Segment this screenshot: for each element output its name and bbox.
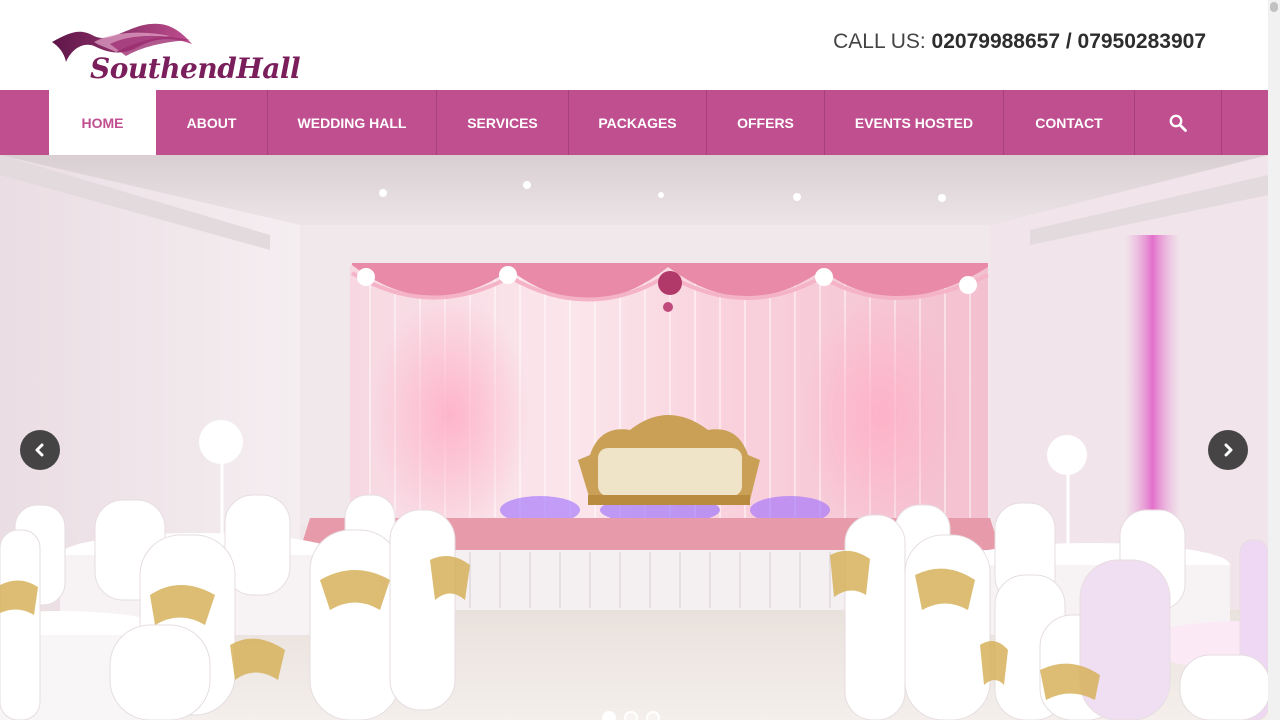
logo-wordmark: SouthendHall — [90, 52, 301, 85]
site-header: SouthendHall CALL US: 02079988657 / 0795… — [0, 0, 1268, 90]
search-icon — [1169, 114, 1187, 132]
nav-item-about[interactable]: ABOUT — [156, 90, 268, 155]
nav-item-offers[interactable]: OFFERS — [707, 90, 825, 155]
call-label: CALL US: — [833, 30, 926, 53]
nav-item-contact[interactable]: CONTACT — [1004, 90, 1135, 155]
call-us: CALL US: 02079988657 / 07950283907 — [833, 30, 1206, 54]
page-scrollbar[interactable] — [1268, 0, 1280, 720]
hall-photo — [0, 155, 1268, 720]
nav-item-events-hosted[interactable]: EVENTS HOSTED — [825, 90, 1004, 155]
nav-item-packages[interactable]: PACKAGES — [569, 90, 707, 155]
slider-prev-button[interactable] — [20, 430, 60, 470]
chevron-right-icon — [1224, 443, 1233, 457]
slider-dot-3[interactable] — [646, 711, 660, 725]
slider-indicators — [602, 711, 660, 725]
search-button[interactable] — [1135, 90, 1222, 155]
scrollbar-thumb[interactable] — [1270, 2, 1278, 12]
slider-dot-1[interactable] — [602, 711, 616, 725]
nav-item-wedding-hall[interactable]: WEDDING HALL — [268, 90, 437, 155]
nav-item-home[interactable]: HOME — [49, 90, 156, 155]
nav-item-services[interactable]: SERVICES — [437, 90, 569, 155]
slider-dot-2[interactable] — [624, 711, 638, 725]
main-nav: HOME ABOUT WEDDING HALL SERVICES PACKAGE… — [0, 90, 1268, 155]
chevron-left-icon — [35, 443, 44, 457]
hero-slider[interactable] — [0, 155, 1268, 720]
slider-next-button[interactable] — [1208, 430, 1248, 470]
phone-numbers[interactable]: 02079988657 / 07950283907 — [932, 30, 1206, 53]
site-logo[interactable]: SouthendHall — [50, 22, 340, 86]
